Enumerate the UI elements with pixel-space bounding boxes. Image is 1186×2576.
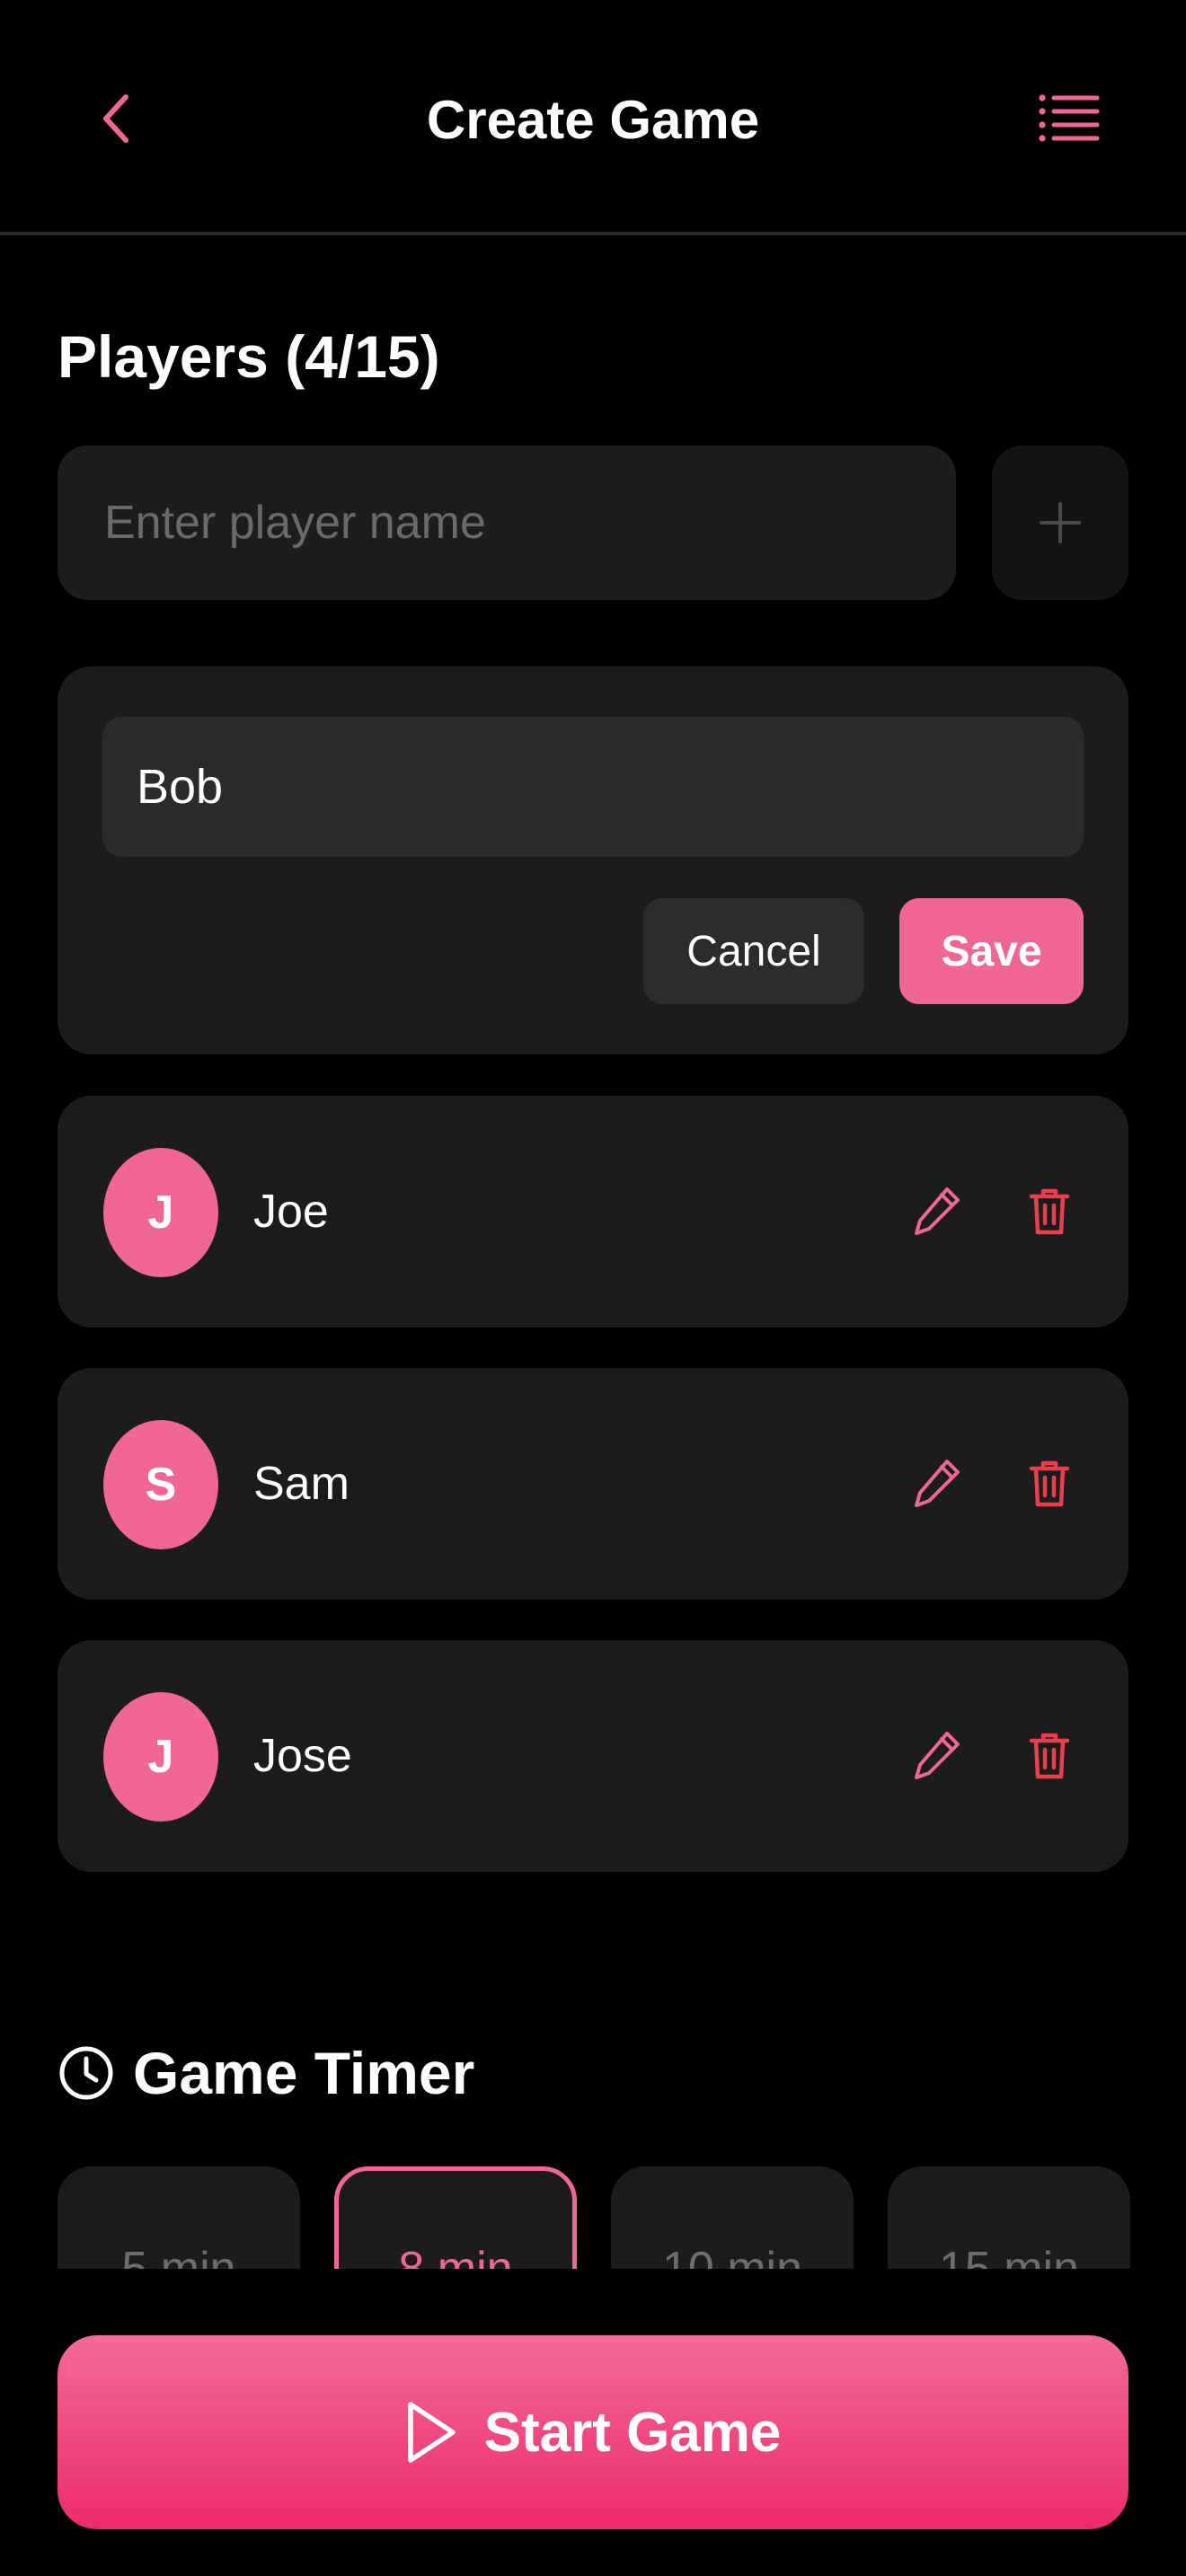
page-title: Create Game xyxy=(426,90,760,150)
avatar: J xyxy=(103,1692,218,1822)
cancel-button[interactable]: Cancel xyxy=(643,898,864,1004)
avatar: S xyxy=(103,1420,218,1549)
player-card: J Jose xyxy=(58,1640,1128,1872)
pencil-icon xyxy=(915,1732,960,1779)
player-card: J Joe xyxy=(58,1096,1128,1328)
start-game-button[interactable]: Start Game xyxy=(58,2335,1128,2529)
delete-player-button[interactable] xyxy=(1005,1166,1094,1256)
list-icon xyxy=(1039,94,1100,142)
player-card: S Sam xyxy=(58,1368,1128,1600)
timer-option-10-min[interactable]: 10 min xyxy=(611,2166,854,2269)
player-name: Jose xyxy=(253,1730,352,1782)
pencil-icon xyxy=(915,1187,960,1235)
edit-player-button[interactable] xyxy=(893,1710,983,1800)
pencil-icon xyxy=(915,1460,960,1507)
add-player-button[interactable] xyxy=(992,446,1128,600)
edit-player-button[interactable] xyxy=(893,1438,983,1528)
player-name: Joe xyxy=(253,1186,329,1238)
trash-icon xyxy=(1029,1188,1070,1235)
app-header: Create Game xyxy=(0,0,1186,235)
game-timer-header: Game Timer xyxy=(58,2028,474,2118)
edit-player-button[interactable] xyxy=(893,1166,983,1256)
timer-option-8-min[interactable]: 8 min xyxy=(334,2166,577,2269)
player-name-input[interactable] xyxy=(58,446,956,600)
clock-icon xyxy=(59,2046,113,2100)
game-timer-title: Game Timer xyxy=(133,2040,475,2106)
start-game-label: Start Game xyxy=(483,2401,782,2464)
timer-option-5-min[interactable]: 5 min xyxy=(58,2166,300,2269)
edit-player-name-input[interactable] xyxy=(102,717,1084,857)
delete-player-button[interactable] xyxy=(1005,1438,1094,1528)
timer-option-15-min[interactable]: 15 min xyxy=(888,2166,1130,2269)
play-icon xyxy=(407,2402,456,2463)
player-name: Sam xyxy=(253,1458,350,1510)
avatar: J xyxy=(103,1148,218,1277)
save-button[interactable]: Save xyxy=(899,898,1084,1004)
edit-player-card: Cancel Save xyxy=(58,666,1128,1054)
players-section-title: Players (4/15) xyxy=(58,323,440,390)
trash-icon xyxy=(1029,1733,1070,1779)
timer-options: 5 min 8 min 10 min 15 min xyxy=(0,2156,1186,2269)
plus-icon xyxy=(1040,502,1081,543)
trash-icon xyxy=(1029,1460,1070,1507)
delete-player-button[interactable] xyxy=(1005,1710,1094,1800)
menu-button[interactable] xyxy=(1024,83,1114,154)
